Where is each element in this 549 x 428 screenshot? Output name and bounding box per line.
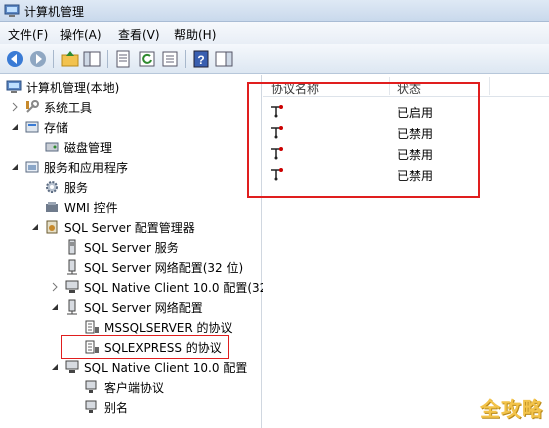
forward-icon[interactable]: [28, 49, 48, 69]
collapse-arrow-icon[interactable]: [30, 222, 40, 232]
client-protocols-icon: [85, 380, 97, 393]
show-hide-tree-icon[interactable]: [82, 49, 102, 69]
collapse-arrow-icon[interactable]: [10, 162, 20, 172]
tree-node-storage[interactable]: 存储: [10, 117, 68, 137]
tree-node-native-client[interactable]: SQL Native Client 10.0 配置: [50, 357, 247, 377]
menu-view[interactable]: 查看(V): [118, 26, 160, 43]
tree-node-wmi[interactable]: WMI 控件: [44, 197, 118, 217]
toolbar: ?: [0, 44, 549, 74]
menu-bar: 文件(F) 操作(A) 查看(V) 帮助(H): [0, 22, 549, 44]
tree-node-services[interactable]: 服务: [44, 177, 88, 197]
collapse-arrow-icon[interactable]: [10, 122, 20, 132]
disk-icon: [45, 142, 59, 152]
expand-arrow-icon[interactable]: [50, 282, 60, 292]
tree-node-disk-management[interactable]: 磁盘管理: [44, 137, 112, 157]
show-action-pane-icon[interactable]: [214, 49, 234, 69]
network-config-icon: [67, 259, 77, 275]
expand-arrow-icon[interactable]: [10, 102, 20, 112]
menu-help[interactable]: 帮助(H): [174, 26, 216, 43]
tree-node-sql-net-config[interactable]: SQL Server 网络配置: [50, 297, 203, 317]
tree-node-mssqlserver-protocols[interactable]: MSSQLSERVER 的协议: [84, 317, 233, 337]
computer-management-icon: [4, 4, 20, 17]
tree-node-root[interactable]: 计算机管理(本地): [6, 77, 119, 97]
client-config-icon: [65, 280, 79, 293]
back-icon[interactable]: [5, 49, 25, 69]
network-config-icon: [67, 299, 77, 315]
menu-file[interactable]: 文件(F): [8, 26, 48, 43]
tree-node-system-tools[interactable]: 系统工具: [10, 97, 92, 117]
tree-node-sql-config-manager[interactable]: SQL Server 配置管理器: [30, 217, 195, 237]
tree-node-client-protocols[interactable]: 客户端协议: [84, 377, 164, 397]
up-folder-icon[interactable]: [60, 49, 80, 69]
storage-icon: [25, 121, 39, 133]
sql-config-manager-icon: [46, 220, 58, 234]
tree-node-aliases[interactable]: 别名: [84, 397, 128, 417]
services-apps-icon: [25, 161, 39, 173]
protocols-icon: [85, 320, 99, 334]
watermark: 全攻略: [480, 397, 543, 421]
client-config-icon: [65, 360, 79, 373]
server-icon: [68, 239, 76, 255]
export-list-icon[interactable]: [160, 49, 180, 69]
highlight-box-protocol-list: [247, 82, 480, 198]
tree-node-sql-net-config-32[interactable]: SQL Server 网络配置(32 位): [64, 257, 243, 277]
gear-icon: [46, 181, 58, 193]
tree-node-native-client-32[interactable]: SQL Native Client 10.0 配置(32: [50, 277, 267, 297]
window-title: 计算机管理: [24, 5, 85, 19]
properties-icon[interactable]: [113, 49, 133, 69]
tree-node-sql-services[interactable]: SQL Server 服务: [64, 237, 179, 257]
alias-icon: [85, 400, 97, 413]
computer-icon: [6, 80, 22, 93]
refresh-icon[interactable]: [137, 49, 157, 69]
collapse-arrow-icon[interactable]: [50, 302, 60, 312]
wmi-control-icon: [46, 202, 58, 212]
highlight-box-sqlexpress: [61, 335, 229, 359]
title-bar: 计算机管理: [0, 0, 549, 22]
svg-text:?: ?: [197, 53, 204, 67]
menu-action[interactable]: 操作(A): [60, 26, 102, 43]
collapse-arrow-icon[interactable]: [50, 362, 60, 372]
help-icon[interactable]: ?: [191, 49, 211, 69]
console-tree: 计算机管理(本地) 系统工具 存储 磁盘管理 服务和应用程序 服务 WMI 控件…: [0, 75, 267, 428]
tools-icon: [26, 100, 39, 113]
tree-node-services-apps[interactable]: 服务和应用程序: [10, 157, 128, 177]
